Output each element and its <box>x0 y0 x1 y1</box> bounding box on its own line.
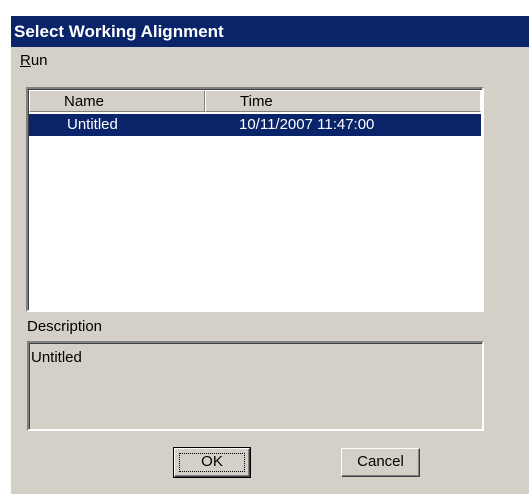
description-value: Untitled <box>31 349 82 366</box>
description-field[interactable]: Untitled <box>27 341 484 431</box>
column-header-time[interactable]: Time <box>205 90 481 112</box>
column-header-time-label: Time <box>240 93 273 110</box>
cancel-button[interactable]: Cancel <box>341 448 420 477</box>
menu-item-run-mnemonic: R <box>20 52 31 69</box>
menu-item-run[interactable]: Run <box>17 47 51 75</box>
row-time-cell: 10/11/2007 11:47:00 <box>239 116 375 133</box>
menu-item-run-label: un <box>30 52 48 69</box>
list-row-selected[interactable]: Untitled 10/11/2007 11:47:00 <box>29 114 481 136</box>
select-working-alignment-dialog: Select Working Alignment Run Name Time U… <box>10 15 529 494</box>
screen-background: Select Working Alignment Run Name Time U… <box>0 0 529 494</box>
menu-bar: Run <box>11 47 529 75</box>
column-header-name-label: Name <box>64 93 105 110</box>
list-header: Name Time <box>29 90 481 112</box>
window-title-bar[interactable]: Select Working Alignment <box>11 16 529 47</box>
cancel-button-label: Cancel <box>357 453 404 470</box>
window-title: Select Working Alignment <box>14 22 224 41</box>
ok-button-focus-rect <box>179 453 245 472</box>
alignment-list[interactable]: Name Time Untitled 10/11/2007 11:47:00 <box>26 87 484 312</box>
column-header-name[interactable]: Name <box>29 90 205 112</box>
ok-button[interactable]: OK <box>173 447 251 478</box>
description-label: Description <box>27 318 103 335</box>
row-name-cell: Untitled <box>67 116 118 133</box>
